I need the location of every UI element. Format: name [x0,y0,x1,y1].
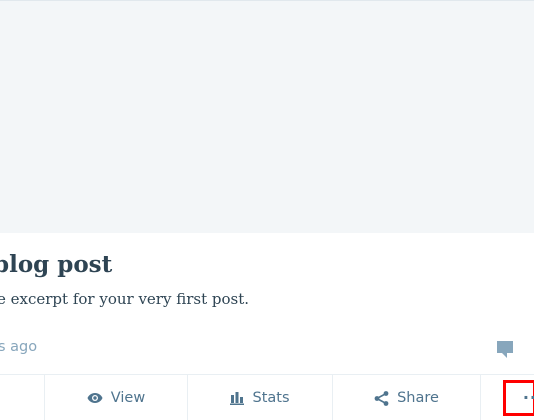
post-title[interactable]: blog post [0,250,112,280]
more-actions-button[interactable]: ·· [503,380,534,416]
post-timestamp[interactable]: s ago [0,337,37,357]
post-excerpt: e excerpt for your very first post. [0,290,250,308]
view-label: View [110,390,146,406]
share-label: Share [397,390,439,406]
ellipsis-icon: ·· [522,388,534,407]
post-actions-bar: View Stats Share [0,374,534,420]
stats-button[interactable]: Stats [188,375,332,420]
share-button[interactable]: Share [333,375,480,420]
view-button[interactable]: View [45,375,187,420]
action-divider [480,375,481,420]
featured-image-placeholder[interactable] [0,0,534,233]
post-card: blog post e excerpt for your very first … [0,0,534,420]
share-icon [374,390,389,406]
bar-chart-icon [230,392,245,405]
stats-label: Stats [252,390,290,406]
eye-icon [87,393,103,403]
comment-icon[interactable] [495,339,515,359]
